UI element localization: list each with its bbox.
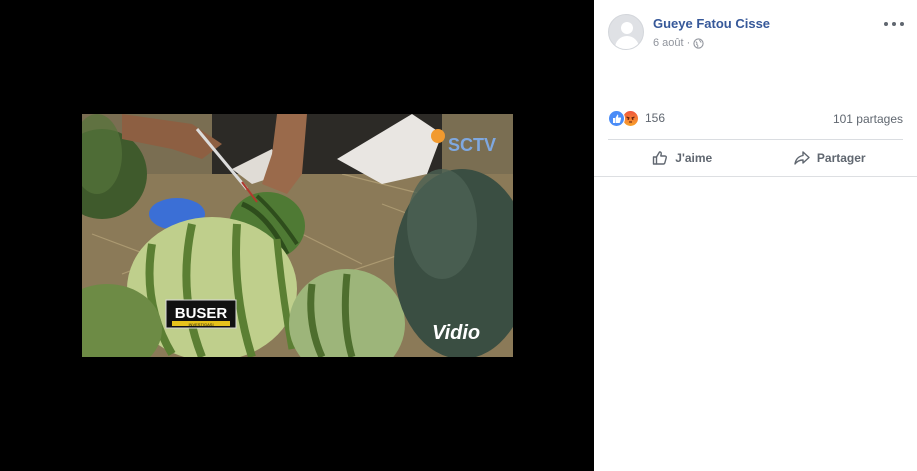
globe-icon[interactable]: [693, 37, 704, 49]
vidio-watermark: Vidio: [432, 322, 480, 344]
post-actions: J'aime Partager: [608, 142, 903, 174]
share-label: Partager: [816, 151, 866, 165]
reactions-summary[interactable]: 156: [608, 109, 665, 127]
avatar[interactable]: [608, 14, 644, 50]
channel-logo: SCTV: [448, 135, 496, 155]
show-title: BUSER: [175, 305, 228, 322]
more-dot: [900, 22, 904, 26]
share-button[interactable]: Partager: [756, 142, 904, 174]
more-dot: [884, 22, 888, 26]
like-label: J'aime: [675, 151, 713, 165]
more-options-icon[interactable]: [884, 18, 904, 30]
post-meta: 6 août ·: [653, 37, 704, 49]
share-count[interactable]: 101 partages: [833, 112, 903, 126]
like-icon: [608, 109, 625, 127]
photo-viewer: SCTV BUSER INVESTIGASI Vidio: [0, 0, 594, 471]
share-arrow-icon: [794, 151, 810, 165]
more-dot: [892, 22, 896, 26]
post-header-panel: Gueye Fatou Cisse 6 août · 156 101 parta…: [594, 0, 917, 177]
avatar-body: [615, 36, 639, 49]
reaction-count: 156: [645, 111, 666, 125]
show-badge: BUSER INVESTIGASI: [165, 299, 237, 329]
meta-separator: ·: [686, 37, 691, 49]
post-media[interactable]: SCTV BUSER INVESTIGASI Vidio: [82, 114, 513, 357]
thumbs-up-icon: [653, 151, 668, 165]
show-subtitle: INVESTIGASI: [188, 322, 213, 327]
post-sidebar: Gueye Fatou Cisse 6 août · 156 101 parta…: [594, 0, 917, 471]
author-name[interactable]: Gueye Fatou Cisse: [653, 16, 770, 31]
divider: [608, 139, 903, 140]
post-date[interactable]: 6 août: [653, 37, 684, 49]
avatar-head: [621, 22, 633, 34]
video-frame: SCTV BUSER INVESTIGASI Vidio: [82, 114, 513, 357]
like-button[interactable]: J'aime: [608, 142, 756, 174]
